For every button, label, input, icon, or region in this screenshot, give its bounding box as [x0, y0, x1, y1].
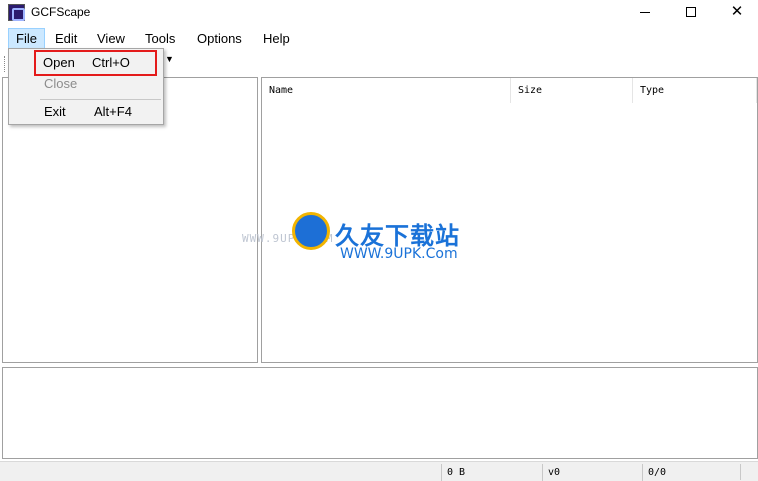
- menu-item-exit-shortcut: Alt+F4: [94, 104, 132, 119]
- column-header-type[interactable]: Type: [633, 78, 757, 103]
- column-header-size[interactable]: Size: [511, 78, 633, 103]
- column-header-name[interactable]: Name: [262, 78, 511, 103]
- menu-tools[interactable]: Tools: [138, 28, 182, 50]
- file-dropdown-menu: Open Ctrl+O Close Exit Alt+F4: [8, 48, 164, 125]
- close-icon: ✕: [730, 3, 744, 20]
- minimize-button[interactable]: [622, 0, 668, 26]
- status-count: 0/0: [642, 464, 738, 481]
- maximize-button[interactable]: [668, 0, 714, 26]
- status-bar: 0 B v0 0/0: [0, 461, 758, 481]
- toolbar-grip[interactable]: [4, 56, 7, 72]
- menu-edit[interactable]: Edit: [48, 28, 84, 50]
- menu-item-open[interactable]: Open Ctrl+O: [34, 50, 157, 76]
- menu-view[interactable]: View: [90, 28, 132, 50]
- app-icon: [8, 4, 25, 21]
- menu-help[interactable]: Help: [256, 28, 297, 50]
- menu-item-exit-label: Exit: [44, 104, 66, 119]
- menu-item-close: Close: [11, 73, 161, 95]
- menu-options[interactable]: Options: [190, 28, 249, 50]
- status-size: 0 B: [441, 464, 542, 481]
- close-button[interactable]: ✕: [714, 0, 758, 26]
- toolbar-dropdown-arrow-icon[interactable]: ▼: [165, 54, 174, 64]
- menu-item-close-label: Close: [44, 76, 78, 91]
- menu-item-open-label: Open: [43, 55, 75, 70]
- maximize-icon: [686, 7, 696, 17]
- status-version: v0: [542, 464, 642, 481]
- title-bar: GCFScape ✕: [0, 0, 758, 26]
- console-pane[interactable]: [2, 367, 758, 459]
- minimize-icon: [640, 12, 650, 13]
- menu-file[interactable]: File: [8, 28, 45, 50]
- window-title: GCFScape: [31, 5, 91, 19]
- menu-separator: [40, 99, 161, 100]
- resize-grip[interactable]: [740, 464, 756, 480]
- menu-item-exit[interactable]: Exit Alt+F4: [11, 101, 161, 123]
- menu-item-open-shortcut: Ctrl+O: [92, 55, 130, 70]
- file-list-pane[interactable]: Name Size Type: [261, 77, 758, 363]
- menu-bar: File Edit View Tools Options Help: [0, 28, 758, 50]
